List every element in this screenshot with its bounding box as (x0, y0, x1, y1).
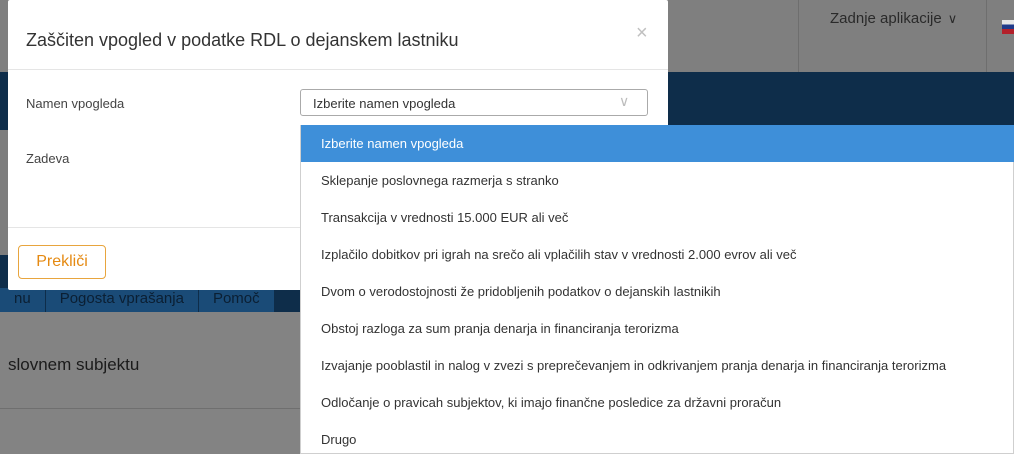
header-divider (798, 0, 799, 72)
purpose-select-value: Izberite namen vpogleda (313, 96, 456, 111)
purpose-label: Namen vpogleda (26, 96, 125, 111)
content-divider (0, 408, 300, 409)
tab-help[interactable]: Pomoč (198, 288, 275, 312)
chevron-down-icon: ∨ (619, 93, 630, 109)
subject-heading: slovnem subjektu (8, 355, 140, 374)
purpose-select[interactable]: Izberite namen vpogleda ∨ (300, 89, 648, 116)
dropdown-option[interactable]: Dvom o verodostojnosti že pridobljenih p… (301, 273, 1014, 310)
modal-title: Zaščiten vpogled v podatke RDL o dejansk… (26, 30, 459, 50)
recent-apps-label: Zadnje aplikacije (830, 10, 942, 27)
tab-partial[interactable]: nu (0, 288, 46, 312)
language-flag-icon[interactable] (1002, 20, 1014, 34)
dropdown-option[interactable]: Drugo (301, 421, 1014, 454)
dropdown-option[interactable]: Transakcija v vrednosti 15.000 EUR ali v… (301, 199, 1014, 236)
close-icon[interactable]: × (636, 22, 648, 45)
background-content (0, 312, 300, 454)
dropdown-option[interactable]: Izplačilo dobitkov pri igrah na srečo al… (301, 236, 1014, 273)
tab-faq[interactable]: Pogosta vprašanja (45, 288, 199, 312)
dropdown-option[interactable]: Sklepanje poslovnega razmerja s stranko (301, 162, 1014, 199)
modal-header: Zaščiten vpogled v podatke RDL o dejansk… (8, 0, 668, 70)
recent-apps-menu[interactable]: Zadnje aplikacije ∨ (830, 10, 957, 27)
dropdown-option[interactable]: Obstoj razloga za sum pranja denarja in … (301, 310, 1014, 347)
background-tabs: nu Pogosta vprašanja Pomoč (0, 288, 275, 312)
dropdown-option[interactable]: Izvajanje pooblastil in nalog v zvezi s … (301, 347, 1014, 384)
header-divider (986, 0, 987, 72)
chevron-down-icon: ∨ (947, 11, 958, 26)
dropdown-option[interactable]: Odločanje o pravicah subjektov, ki imajo… (301, 384, 1014, 421)
case-label: Zadeva (26, 151, 70, 166)
cancel-button[interactable]: Prekliči (18, 245, 106, 279)
purpose-dropdown-list: Izberite namen vpogleda Sklepanje poslov… (300, 125, 1014, 454)
dropdown-option[interactable]: Izberite namen vpogleda (301, 125, 1014, 162)
